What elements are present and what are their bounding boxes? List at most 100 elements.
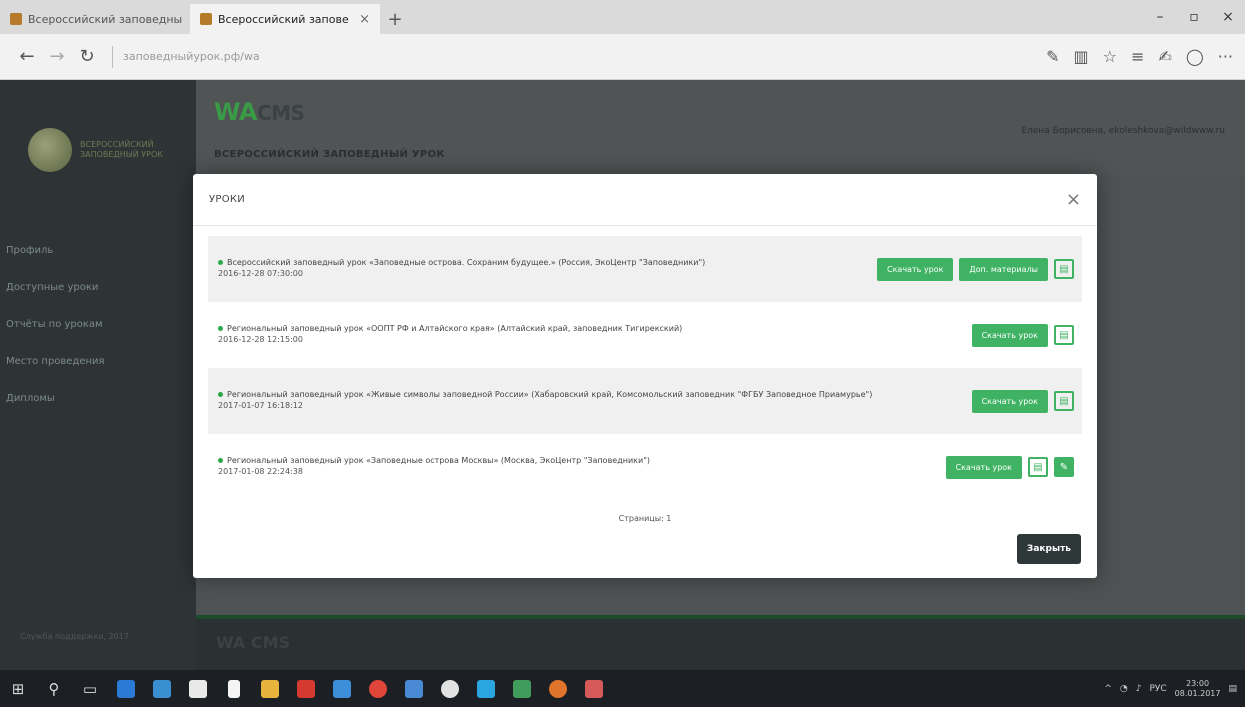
edge-browser-icon[interactable] [108,670,144,707]
sidebar: ВСЕРОССИЙСКИЙ ЗАПОВЕДНЫЙ УРОК Профиль До… [0,80,196,670]
close-modal-button[interactable]: Закрыть [1016,534,1081,564]
sidebar-item-available-lessons[interactable]: Доступные уроки [0,269,196,306]
notes-app-icon[interactable] [396,670,432,707]
sidebar-item-reports[interactable]: Отчёты по урокам [0,306,196,343]
lesson-row: Региональный заповедный урок «Заповедные… [208,434,1082,500]
tab-title: Всероссийский заповедны [28,12,183,26]
lesson-date: 2017-01-08 22:24:38 [218,467,303,476]
page-subtitle: ВСЕРОССИЙСКИЙ ЗАПОВЕДНЫЙ УРОК [214,149,445,160]
refresh-button[interactable]: ↻ [72,46,102,67]
status-dot-icon [218,326,223,332]
sidebar-item-venue[interactable]: Место проведения [0,343,196,380]
download-lesson-button[interactable]: Скачать урок [971,323,1048,347]
new-tab-button[interactable]: + [380,4,410,34]
network-icon[interactable]: ◔ [1120,684,1128,694]
photos-app-icon[interactable] [144,670,180,707]
start-windows-icon[interactable]: ⊞ [0,670,36,707]
lesson-date: 2016-12-28 07:30:00 [218,269,303,278]
monitor-app-icon[interactable] [324,670,360,707]
favorite-star-icon[interactable]: ☆ [1103,47,1117,66]
spreadsheet-icon[interactable] [504,670,540,707]
extra-materials-button[interactable]: Доп. материалы [959,257,1048,281]
browser-tab-1[interactable]: Всероссийский заповедны [0,4,190,34]
site-favicon-icon [10,13,22,25]
clock-time: 23:00 [1186,678,1210,688]
pagination[interactable]: Страницы: 1 [193,514,1097,523]
download-lesson-button[interactable]: Скачать урок [945,455,1022,479]
lesson-title-text: Региональный заповедный урок «ООПТ РФ и … [227,324,683,334]
skype-icon[interactable] [468,670,504,707]
lesson-actions: Скачать урок ▤ ✎ [945,455,1074,479]
system-tray: ^ ◔ ♪ РУС 23:00 08.01.2017 ▤ [1104,679,1245,698]
firefox-icon[interactable] [540,670,576,707]
task-view-icon[interactable]: ▭ [72,670,108,707]
sidebar-logo[interactable]: ВСЕРОССИЙСКИЙ ЗАПОВЕДНЫЙ УРОК [0,80,196,172]
restore-button[interactable]: ▫ [1177,9,1211,25]
windows-taskbar: ⊞ ⚲ ▭ ^ ◔ ♪ РУС 23:00 08.01.2017 ▤ [0,670,1245,707]
report-icon[interactable]: ▤ [1054,325,1074,345]
yandex-browser-icon[interactable] [360,670,396,707]
search-icon[interactable]: ⚲ [36,670,72,707]
report-icon[interactable]: ▤ [1028,457,1048,477]
lesson-date: 2016-12-28 12:15:00 [218,335,303,344]
presentation-icon[interactable] [576,670,612,707]
lessons-modal: УРОКИ × Всероссийский заповедный урок «З… [193,174,1097,578]
notifications-icon[interactable]: ▤ [1228,684,1237,694]
report-icon[interactable]: ▤ [1054,259,1074,279]
modal-title: УРОКИ [209,194,246,205]
document-icon[interactable] [216,670,252,707]
hub-icon[interactable]: ≡ [1131,47,1144,66]
browser-tab-2[interactable]: Всероссийский запове × [190,4,380,34]
brand-cms: CMS [256,101,305,125]
lesson-info: Региональный заповедный урок «ООПТ РФ и … [218,324,972,346]
language-indicator[interactable]: РУС [1149,684,1166,694]
headphones-icon[interactable] [252,670,288,707]
logo-text: ВСЕРОССИЙСКИЙ ЗАПОВЕДНЫЙ УРОК [80,140,163,159]
lesson-actions: Скачать урок Доп. материалы ▤ [877,257,1074,281]
lesson-info: Региональный заповедный урок «Живые симв… [218,390,972,412]
share-icon[interactable]: ◯ [1186,47,1204,66]
reading-view-icon[interactable]: ✎ [1046,47,1059,66]
tray-expand-icon[interactable]: ^ [1104,684,1112,694]
lesson-row: Всероссийский заповедный урок «Заповедны… [208,236,1082,302]
lesson-title: Региональный заповедный урок «Живые симв… [218,390,952,401]
sidebar-item-profile[interactable]: Профиль [0,232,196,269]
close-window-button[interactable]: × [1211,9,1245,25]
reading-list-icon[interactable]: ▥ [1074,47,1089,66]
reserve-logo-icon [28,128,72,172]
modal-close-icon[interactable]: × [1066,189,1081,210]
lesson-row: Региональный заповедный урок «ООПТ РФ и … [208,302,1082,368]
address-divider [112,45,113,68]
app-footer: WA CMS [196,615,1245,670]
minimize-button[interactable]: – [1143,9,1177,25]
more-menu-icon[interactable]: ··· [1218,47,1233,66]
forward-button[interactable]: → [42,46,72,67]
browser-toolbar: ✎ ▥ ☆ ≡ ✍ ◯ ··· [1046,47,1233,66]
user-account[interactable]: Елена Борисовна, ekoleshkova@wildwww.ru [1021,126,1225,136]
tab-close-icon[interactable]: × [359,12,370,27]
volume-icon[interactable]: ♪ [1136,684,1142,694]
store-icon[interactable] [180,670,216,707]
download-lesson-button[interactable]: Скачать урок [971,389,1048,413]
lesson-title-text: Всероссийский заповедный урок «Заповедны… [227,258,706,268]
status-dot-icon [218,458,223,464]
lesson-title: Региональный заповедный урок «ООПТ РФ и … [218,324,952,335]
sidebar-item-diplomas[interactable]: Дипломы [0,380,196,417]
lesson-title: Региональный заповедный урок «Заповедные… [218,456,926,467]
url-field[interactable]: заповедныйурок.рф/wa [123,50,1046,63]
app-brand-logo[interactable]: WACMS [214,98,305,126]
modal-header: УРОКИ × [193,174,1097,226]
window-controls: – ▫ × [1143,0,1245,34]
report-icon[interactable]: ▤ [1054,391,1074,411]
chrome-icon[interactable] [432,670,468,707]
status-dot-icon [218,392,223,398]
web-note-icon[interactable]: ✍ [1158,47,1171,66]
download-lesson-button[interactable]: Скачать урок [877,257,954,281]
acrobat-icon[interactable] [288,670,324,707]
lesson-date: 2017-01-07 16:18:12 [218,401,303,410]
back-button[interactable]: ← [12,46,42,67]
clock[interactable]: 23:00 08.01.2017 [1175,679,1221,698]
tab-title: Всероссийский запове [218,12,349,26]
footer-brand: WA CMS [216,633,291,652]
edit-report-icon[interactable]: ✎ [1054,457,1074,477]
